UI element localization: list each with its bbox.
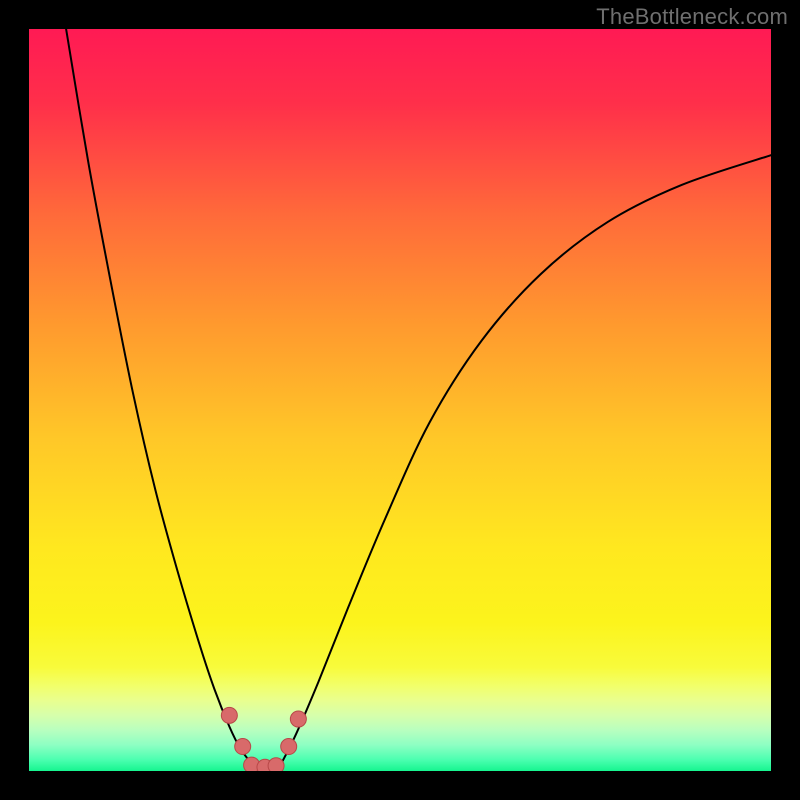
marker-right-lower [281,739,297,755]
marker-left-lower [235,739,251,755]
chart-plot-area [29,29,771,771]
chart-background [29,29,771,771]
marker-floor-3 [268,758,284,771]
marker-right-upper [290,711,306,727]
watermark-text: TheBottleneck.com [596,4,788,30]
marker-left-upper [221,707,237,723]
chart-frame: TheBottleneck.com [0,0,800,800]
chart-svg [29,29,771,771]
